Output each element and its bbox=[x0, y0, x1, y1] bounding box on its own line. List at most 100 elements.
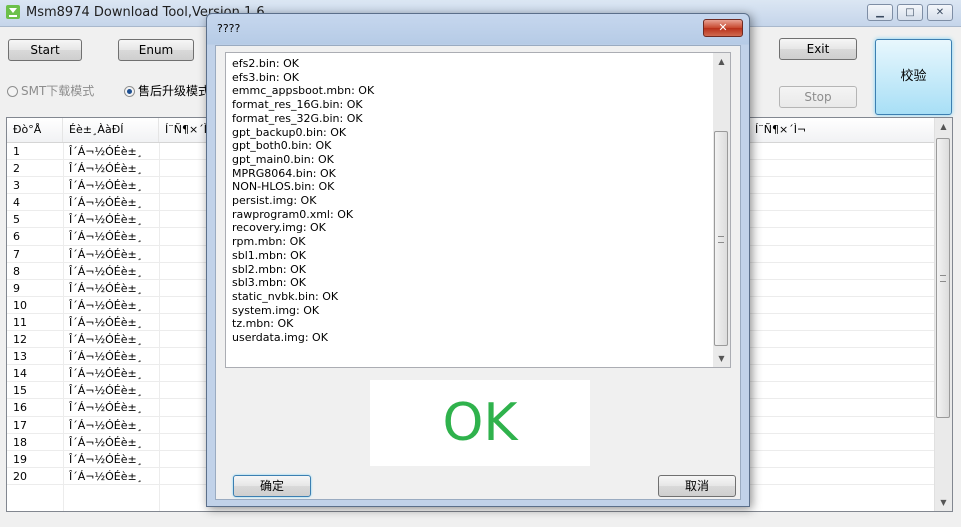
scroll-thumb[interactable] bbox=[936, 138, 950, 418]
scroll-up-icon[interactable]: ▲ bbox=[713, 53, 730, 70]
row-device-status: Î´Á¬½ÓÉè±¸ bbox=[69, 162, 143, 176]
close-icon: ✕ bbox=[935, 7, 945, 18]
row-device-status: Î´Á¬½ÓÉè±¸ bbox=[69, 213, 143, 227]
log-line: static_nvbk.bin: OK bbox=[232, 289, 339, 303]
confirm-button[interactable]: 确定 bbox=[233, 475, 311, 497]
log-line: tz.mbn: OK bbox=[232, 317, 294, 331]
log-line: gpt_main0.bin: OK bbox=[232, 152, 334, 166]
result-dialog: ???? ✕ efs2.bin: OK efs3.bin: OK emmc_apps… bbox=[206, 13, 750, 507]
row-device-status: Î´Á¬½ÓÉè±¸ bbox=[69, 145, 143, 158]
row-device-status: Î´Á¬½ÓÉè±¸ bbox=[69, 247, 143, 261]
stop-button[interactable]: Stop bbox=[779, 86, 857, 108]
minimize-icon: ▁ bbox=[876, 7, 884, 18]
row-device-status: Î´Á¬½ÓÉè±¸ bbox=[69, 315, 143, 329]
log-line: format_res_16G.bin: OK bbox=[232, 98, 363, 112]
log-line: MPRG8064.bin: OK bbox=[232, 166, 336, 180]
row-device-status: Î´Á¬½ÓÉè±¸ bbox=[69, 333, 143, 347]
row-index: 3 bbox=[13, 179, 20, 193]
verify-button[interactable]: 校验 bbox=[875, 39, 952, 115]
row-index: 17 bbox=[13, 418, 27, 432]
row-index: 13 bbox=[13, 350, 27, 364]
smt-mode-label: SMT下载模式 bbox=[21, 84, 95, 98]
log-line: sbl3.mbn: OK bbox=[232, 276, 307, 290]
close-icon: ✕ bbox=[718, 21, 728, 34]
log-line: recovery.img: OK bbox=[232, 221, 326, 235]
row-device-status: Î´Á¬½ÓÉè±¸ bbox=[69, 298, 143, 312]
header-comm-status-2[interactable]: Í¨Ñ¶×´Ì¬ bbox=[749, 118, 937, 142]
row-device-status: Î´Á¬½ÓÉè±¸ bbox=[69, 264, 143, 278]
result-ok-panel: OK bbox=[370, 380, 590, 466]
aftersale-mode-label: 售后升级模式 bbox=[138, 84, 211, 98]
smt-mode-radio[interactable]: SMT下载模式 bbox=[7, 84, 94, 98]
row-index: 8 bbox=[13, 264, 20, 278]
row-index: 11 bbox=[13, 315, 27, 329]
aftersale-mode-radio[interactable]: 售后升级模式 bbox=[124, 84, 210, 98]
row-index: 1 bbox=[13, 145, 20, 158]
log-line: efs3.bin: OK bbox=[232, 70, 299, 84]
log-textbox[interactable]: efs2.bin: OK efs3.bin: OK emmc_appsboot.mb… bbox=[225, 52, 731, 368]
minimize-button[interactable]: ▁ bbox=[867, 4, 893, 21]
log-line: gpt_both0.bin: OK bbox=[232, 139, 332, 153]
row-index: 20 bbox=[13, 469, 27, 483]
row-index: 10 bbox=[13, 298, 27, 312]
row-index: 16 bbox=[13, 401, 27, 415]
header-device-type[interactable]: Éè±¸ÀàÐÍ bbox=[63, 118, 159, 142]
log-line: efs2.bin: OK bbox=[232, 57, 299, 70]
row-device-status: Î´Á¬½ÓÉè±¸ bbox=[69, 452, 143, 466]
log-line: sbl2.mbn: OK bbox=[232, 262, 307, 276]
row-device-status: Î´Á¬½ÓÉè±¸ bbox=[69, 179, 143, 193]
row-index: 9 bbox=[13, 281, 20, 295]
log-line: gpt_backup0.bin: OK bbox=[232, 125, 347, 139]
log-line: persist.img: OK bbox=[232, 194, 317, 207]
row-device-status: Î´Á¬½ÓÉè±¸ bbox=[69, 384, 143, 398]
log-line: rawprogram0.xml: OK bbox=[232, 207, 354, 221]
row-index: 14 bbox=[13, 367, 27, 381]
row-device-status: Î´Á¬½ÓÉè±¸ bbox=[69, 196, 143, 210]
row-index: 2 bbox=[13, 162, 20, 176]
row-index: 6 bbox=[13, 230, 20, 244]
row-index: 4 bbox=[13, 196, 20, 210]
row-index: 19 bbox=[13, 452, 27, 466]
maximize-button[interactable]: □ bbox=[897, 4, 923, 21]
row-device-status: Î´Á¬½ÓÉè±¸ bbox=[69, 281, 143, 295]
row-index: 18 bbox=[13, 435, 27, 449]
dialog-title: ???? bbox=[217, 22, 241, 35]
grip-icon bbox=[718, 235, 724, 243]
close-window-button[interactable]: ✕ bbox=[927, 4, 953, 21]
row-device-status: Î´Á¬½ÓÉè±¸ bbox=[69, 350, 143, 364]
enum-button[interactable]: Enum bbox=[118, 39, 194, 61]
radio-checked-icon bbox=[124, 86, 135, 97]
scroll-up-icon[interactable]: ▲ bbox=[935, 118, 952, 135]
log-scrollbar[interactable]: ▲ ▼ bbox=[713, 53, 730, 367]
radio-unchecked-icon bbox=[7, 86, 18, 97]
dialog-close-button[interactable]: ✕ bbox=[703, 19, 743, 37]
exit-button[interactable]: Exit bbox=[779, 38, 857, 60]
row-device-status: Î´Á¬½ÓÉè±¸ bbox=[69, 418, 143, 432]
log-line: sbl1.mbn: OK bbox=[232, 248, 307, 262]
log-line: NON-HLOS.bin: OK bbox=[232, 180, 335, 194]
scroll-down-icon[interactable]: ▼ bbox=[935, 494, 952, 511]
row-device-status: Î´Á¬½ÓÉè±¸ bbox=[69, 230, 143, 244]
row-device-status: Î´Á¬½ÓÉè±¸ bbox=[69, 469, 143, 483]
scroll-down-icon[interactable]: ▼ bbox=[713, 350, 730, 367]
cancel-button[interactable]: 取消 bbox=[658, 475, 736, 497]
grip-icon bbox=[940, 275, 946, 282]
log-line: userdata.img: OK bbox=[232, 331, 328, 344]
row-index: 15 bbox=[13, 384, 27, 398]
row-device-status: Î´Á¬½ÓÉè±¸ bbox=[69, 435, 143, 449]
row-index: 5 bbox=[13, 213, 20, 227]
log-line: rpm.mbn: OK bbox=[232, 235, 306, 249]
row-index: 12 bbox=[13, 333, 27, 347]
start-button[interactable]: Start bbox=[8, 39, 82, 61]
row-device-status: Î´Á¬½ÓÉè±¸ bbox=[69, 401, 143, 415]
row-device-status: Î´Á¬½ÓÉè±¸ bbox=[69, 367, 143, 381]
list-scrollbar[interactable]: ▲ ▼ bbox=[934, 118, 952, 511]
header-index[interactable]: Đò°Å bbox=[7, 118, 63, 142]
dialog-client: efs2.bin: OK efs3.bin: OK emmc_appsboot.mb… bbox=[215, 45, 741, 500]
app-download-icon bbox=[6, 5, 20, 19]
log-line: format_res_32G.bin: OK bbox=[232, 111, 363, 125]
row-index: 7 bbox=[13, 247, 20, 261]
log-line: emmc_appsboot.mbn: OK bbox=[232, 84, 375, 98]
scroll-thumb[interactable] bbox=[714, 131, 728, 346]
maximize-icon: □ bbox=[905, 7, 915, 18]
